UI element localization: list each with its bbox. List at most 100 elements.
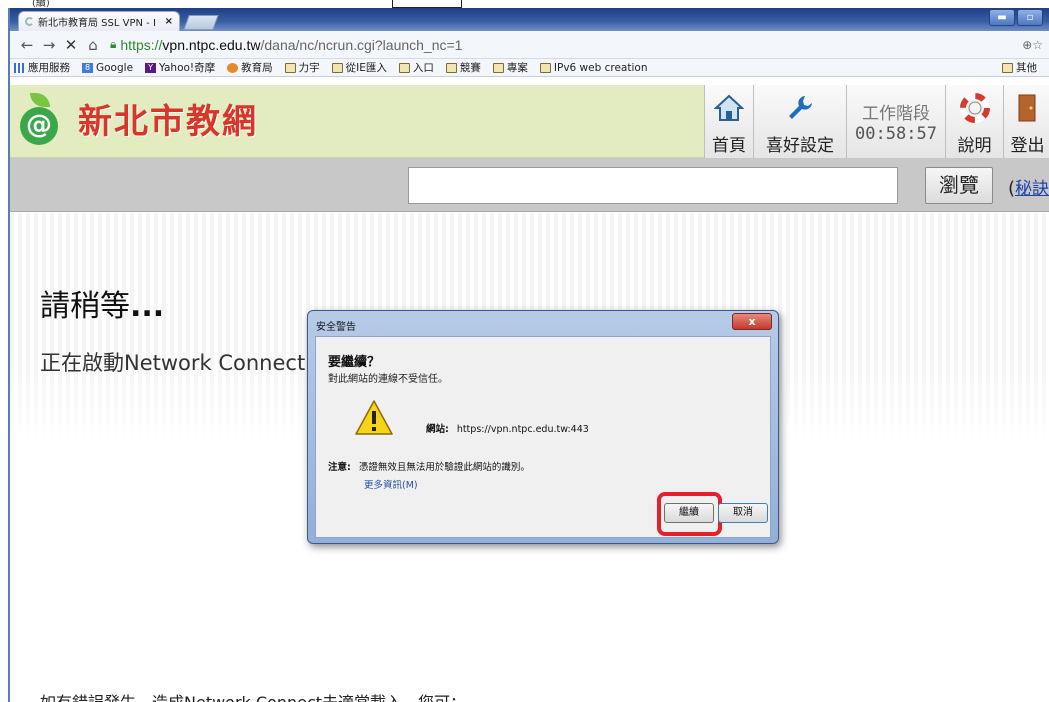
house-icon — [714, 85, 744, 131]
bookmark-folder-liyu[interactable]: 力宇 — [284, 60, 320, 75]
bookmark-label: Google — [96, 61, 134, 74]
folder-icon — [445, 62, 457, 73]
dialog-body: 要繼續？ 對此網站的連線不受信任。 網站: https://vpn.ntpc.ed… — [315, 336, 771, 538]
tab-title: 新北市教育局 SSL VPN - I — [38, 18, 156, 29]
bookmark-folder-contest[interactable]: 競賽 — [445, 60, 481, 75]
dialog-close-button[interactable]: x — [732, 313, 772, 330]
bookmarks-bar: 應用服務 8 Google Y Yahoo!奇摩 教育局 力宇 從IE匯入 入口 競… — [10, 59, 1049, 77]
minimize-button[interactable]: ▬ — [989, 9, 1015, 26]
dialog-title: 安全警告 — [316, 322, 356, 333]
cancel-button[interactable]: 取消 — [718, 503, 768, 523]
nav-home-label: 首頁 — [712, 136, 746, 156]
dialog-site-value: https://vpn.ntpc.edu.tw:443 — [456, 424, 589, 435]
back-icon[interactable]: ← — [16, 36, 38, 54]
search-bar: 瀏覽 (秘訣 — [10, 158, 1049, 212]
stop-icon[interactable]: ✕ — [60, 36, 82, 54]
home-icon[interactable]: ⌂ — [82, 36, 104, 54]
address-bar[interactable]: 🔒︎ https://vpn.ntpc.edu.tw/dana/nc/ncrun… — [110, 37, 1022, 53]
bookmark-edu[interactable]: 教育局 — [227, 60, 273, 75]
dialog-untrusted-text: 對此網站的連線不受信任。 — [328, 374, 448, 385]
url-host: vpn.ntpc.edu.tw — [162, 36, 261, 53]
bookmark-label: Yahoo!奇摩 — [159, 62, 216, 74]
bookmark-folder-ie-import[interactable]: 從IE匯入 — [331, 60, 387, 75]
browse-url-input[interactable] — [408, 167, 898, 204]
nav-home[interactable]: 首頁 — [704, 85, 753, 158]
nav-help[interactable]: 說明 — [945, 85, 1003, 158]
wait-title: 請稍等... — [40, 281, 164, 325]
bookmark-label: 從IE匯入 — [345, 62, 387, 74]
bookmark-other[interactable]: 其他 — [1002, 60, 1037, 75]
logo-text: 新北市教網 — [78, 101, 258, 142]
error-note: 如有錯誤發生，造成Network Connect未適當載入，您可： — [40, 689, 466, 702]
url-scheme: https:// — [120, 36, 163, 53]
browser-tab[interactable]: 新北市教育局 SSL VPN - I × — [18, 11, 180, 31]
google-icon: 8 — [82, 62, 93, 73]
door-icon — [1017, 85, 1039, 131]
folder-icon — [284, 62, 296, 73]
session-time: 00:58:57 — [855, 124, 937, 144]
zoom-star-icons[interactable]: ⊕☆ — [1022, 38, 1043, 52]
loading-icon — [25, 17, 34, 26]
bookmark-label: IPv6 web creation — [553, 61, 648, 74]
warning-icon — [354, 399, 394, 437]
folder-icon — [398, 62, 410, 73]
lifebuoy-icon — [959, 85, 990, 131]
folder-icon — [1002, 62, 1013, 73]
yahoo-icon: Y — [145, 62, 157, 73]
folder-icon — [331, 62, 343, 73]
folder-icon — [539, 62, 551, 73]
bookmark-folder-portal[interactable]: 入口 — [398, 60, 434, 75]
bookmark-google[interactable]: 8 Google — [82, 62, 133, 74]
bookmark-label: 其他 — [1016, 62, 1037, 74]
header-nav: 首頁 喜好設定 工作階段 00:58:57 說明 登出 — [704, 85, 1049, 158]
top-marker-box — [392, 0, 462, 8]
title-bar: 新北市教育局 SSL VPN - I × ▬ ▫ — [10, 8, 1049, 31]
site-logo[interactable]: @ 新北市教網 — [20, 93, 258, 145]
nav-preferences-label: 喜好設定 — [766, 136, 834, 156]
bookmark-folder-ipv6[interactable]: IPv6 web creation — [539, 61, 648, 74]
dialog-note-label: 注意: — [328, 462, 351, 473]
session-label: 工作階段 — [862, 104, 930, 124]
nav-logout[interactable]: 登出 — [1003, 85, 1049, 158]
bookmark-label: 教育局 — [241, 62, 273, 74]
browser-toolbar: ← → ✕ ⌂ 🔒︎ https://vpn.ntpc.edu.tw/dana/… — [10, 31, 1049, 59]
new-tab-button[interactable] — [183, 15, 219, 30]
url-path: /dana/nc/ncrun.cgi?launch_nc=1 — [260, 36, 463, 53]
dialog-site: 網站: https://vpn.ntpc.edu.tw:443 — [426, 421, 589, 435]
dialog-site-label: 網站: — [426, 424, 449, 435]
site-header: @ 新北市教網 首頁 喜好設定 工作階段 00:58:57 說明 登出 — [10, 85, 1049, 158]
tips-paren: ( — [1008, 178, 1016, 199]
maximize-button[interactable]: ▫ — [1017, 9, 1043, 26]
edu-icon — [227, 62, 239, 73]
dialog-note: 注意: 憑證無效且無法用於驗證此網站的識別。 — [328, 459, 530, 473]
bookmark-label: 應用服務 — [28, 62, 70, 74]
tips-link[interactable]: 秘訣 — [1015, 179, 1049, 199]
lock-icon: 🔒︎ — [110, 37, 117, 51]
starting-message: 正在啟動Network Connect — [40, 351, 306, 375]
apps-icon — [14, 62, 25, 73]
dialog-note-text: 憑證無效且無法用於驗證此網站的識別。 — [358, 462, 530, 473]
bookmark-label: 入口 — [412, 62, 434, 74]
nav-help-label: 說明 — [957, 136, 992, 156]
bookmark-yahoo[interactable]: Y Yahoo!奇摩 — [145, 60, 215, 75]
bookmark-folder-project[interactable]: 專案 — [492, 60, 528, 75]
forward-icon[interactable]: → — [38, 36, 60, 54]
wait-dots: ... — [130, 289, 165, 324]
nav-logout-label: 登出 — [1010, 136, 1045, 156]
nav-preferences[interactable]: 喜好設定 — [753, 85, 846, 158]
tips-link-wrap: (秘訣 — [1008, 174, 1049, 199]
top-strip: (續) — [0, 0, 1049, 9]
bookmark-label: 力宇 — [298, 62, 320, 74]
continue-button[interactable]: 繼續 — [664, 503, 714, 523]
dialog-question: 要繼續？ — [328, 355, 381, 370]
wait-title-text: 請稍等 — [40, 289, 130, 324]
logo-emblem-icon: @ — [20, 93, 62, 145]
wrench-icon — [785, 85, 815, 131]
browse-button[interactable]: 瀏覽 — [925, 167, 993, 204]
security-warning-dialog: 安全警告 x 要繼續？ 對此網站的連線不受信任。 網站: https://vpn.… — [307, 310, 779, 544]
more-info-link[interactable]: 更多資訊(M) — [364, 477, 418, 491]
window-controls: ▬ ▫ — [989, 9, 1043, 26]
tab-close-icon[interactable]: × — [165, 16, 173, 27]
bookmark-apps[interactable]: 應用服務 — [14, 60, 70, 75]
bookmark-label: 專案 — [506, 62, 528, 74]
